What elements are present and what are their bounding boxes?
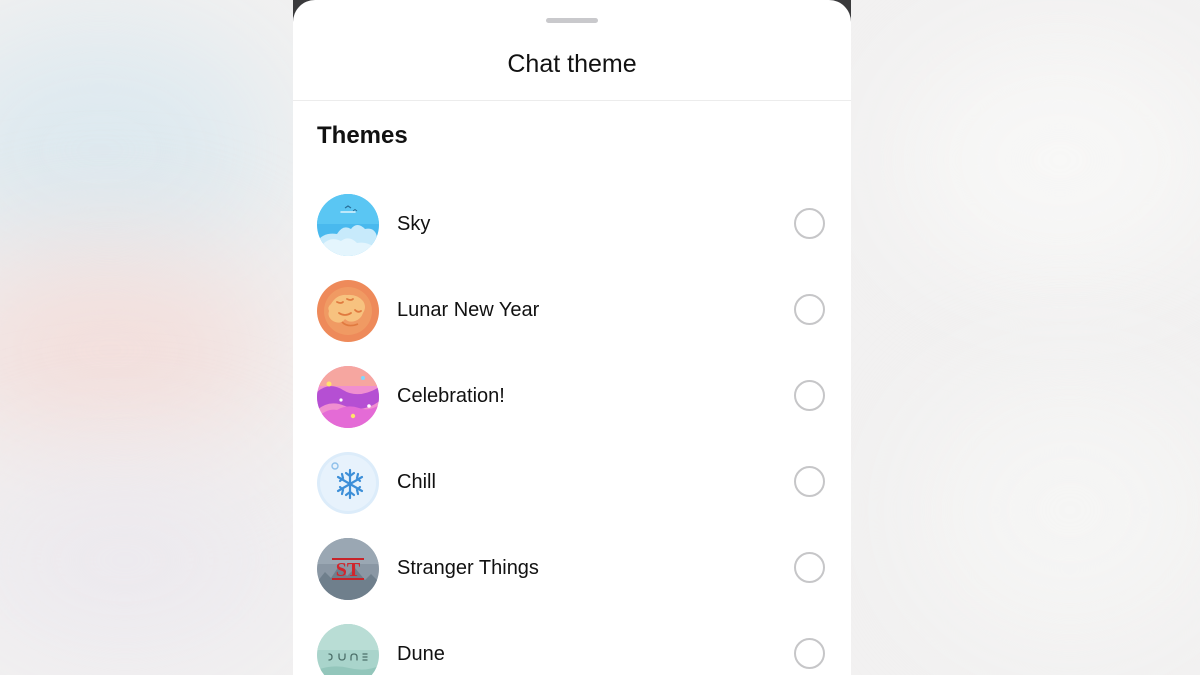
header-divider: [293, 100, 851, 101]
theme-radio-button[interactable]: [794, 638, 825, 669]
theme-option-dune[interactable]: Dune: [293, 613, 851, 675]
theme-label: Sky: [397, 213, 431, 235]
theme-option-sky[interactable]: Sky: [293, 183, 851, 269]
sky-clouds-icon: [317, 194, 379, 256]
theme-label: Chill: [397, 471, 436, 493]
theme-radio-button[interactable]: [794, 466, 825, 497]
theme-option-lunar-new-year[interactable]: Lunar New Year: [293, 269, 851, 355]
theme-label: Dune: [397, 643, 445, 665]
sheet-drag-handle[interactable]: [546, 18, 598, 23]
background-blur-shape: [0, 20, 280, 280]
background-blur-shape: [0, 250, 280, 450]
confetti-icon: [317, 366, 379, 428]
theme-radio-button[interactable]: [794, 208, 825, 239]
stranger-things-logo-icon: ST: [317, 538, 379, 600]
theme-label: Stranger Things: [397, 557, 539, 579]
tiger-icon: [317, 280, 379, 342]
background-blur-shape: [900, 40, 1200, 280]
theme-radio-button[interactable]: [794, 380, 825, 411]
theme-option-stranger-things[interactable]: ST Stranger Things: [293, 527, 851, 613]
theme-list: Sky Lunar New Year Celebration! Chill ST…: [293, 183, 851, 675]
svg-text:ST: ST: [336, 559, 361, 581]
snowflake-icon: [317, 452, 379, 514]
dune-logo-icon: [317, 624, 379, 675]
theme-radio-button[interactable]: [794, 552, 825, 583]
theme-radio-button[interactable]: [794, 294, 825, 325]
background-blur-shape: [0, 460, 290, 660]
theme-option-chill[interactable]: Chill: [293, 441, 851, 527]
theme-option-celebration[interactable]: Celebration!: [293, 355, 851, 441]
chat-theme-sheet: Chat theme Themes Sky Lunar New Year Cel…: [293, 0, 851, 675]
background-blur-shape: [920, 380, 1200, 640]
themes-section-title: Themes: [317, 122, 408, 149]
theme-label: Celebration!: [397, 385, 505, 407]
sheet-title: Chat theme: [507, 50, 637, 78]
theme-label: Lunar New Year: [397, 299, 540, 321]
